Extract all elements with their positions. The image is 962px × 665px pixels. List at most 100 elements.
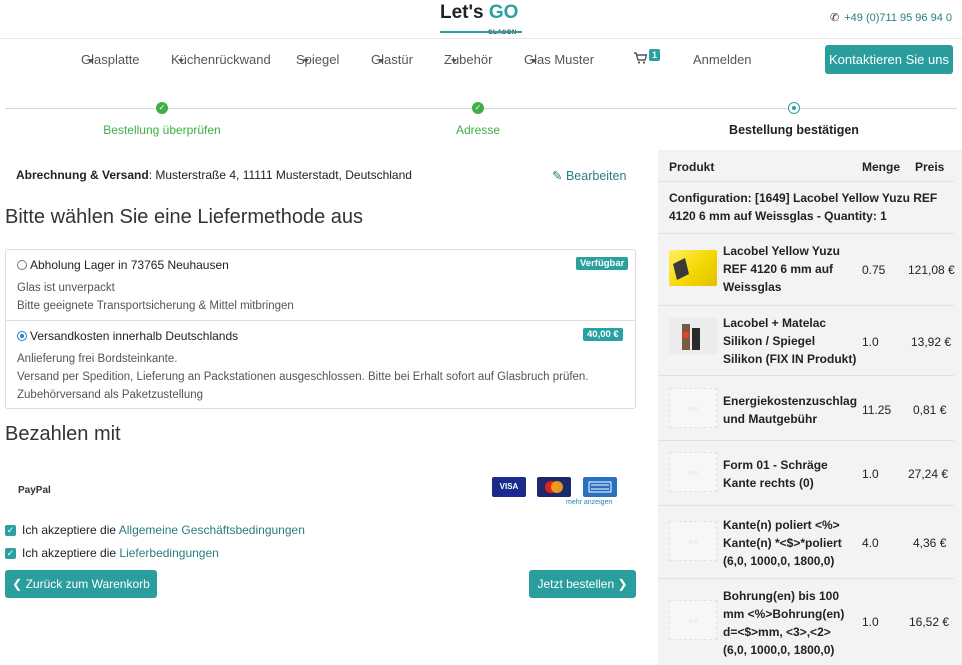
phone-icon: ✆: [830, 12, 840, 24]
nav-label: Glasplatte: [81, 52, 140, 67]
nav-label: Spiegel: [296, 52, 340, 67]
description-line: Versand per Spedition, Lieferung an Pack…: [17, 371, 589, 383]
delivery-option-pickup[interactable]: Abholung Lager in 73765 Neuhausen: [17, 258, 229, 272]
checkbox-checked[interactable]: ✓: [5, 525, 16, 536]
phone-number: +49 (0)711 95 96 94 0: [844, 12, 952, 24]
nav-item-glasplatte[interactable]: Glasplatte: [81, 52, 140, 67]
product-qty: 1.0: [862, 467, 879, 481]
payment-method-paypal[interactable]: PayPal: [18, 485, 51, 496]
placeholder-image: ◇ ◇: [669, 452, 717, 492]
nav-label: Küchenrückwand: [171, 52, 271, 67]
back-to-cart-button[interactable]: ❮ Zurück zum Warenkorb: [5, 570, 157, 598]
billing-label: Abrechnung & Versand: [16, 168, 149, 182]
product-name-line: d=<$>mm, <3>,<2>: [723, 625, 831, 639]
cart-count-badge: 1: [649, 49, 661, 61]
table-row: Lacobel + Matelac Silikon / Spiegel Sili…: [723, 314, 856, 368]
product-price: 27,24 €: [908, 467, 949, 481]
contact-button[interactable]: Kontaktieren Sie uns: [825, 45, 953, 74]
step-line: [484, 108, 788, 109]
placeholder-image: ◇ ◇: [669, 521, 717, 561]
place-order-button[interactable]: Jetzt bestellen ❯: [529, 570, 636, 598]
product-qty: 0.75: [862, 263, 886, 277]
amex-icon: [583, 477, 617, 497]
step-confirm: Bestellung bestätigen: [729, 123, 859, 137]
price-badge: 40,00 €: [583, 328, 623, 341]
row-divider: [658, 233, 954, 234]
product-price: 13,92 €: [911, 335, 952, 349]
product-name-line: Kante(n) poliert <%>: [723, 518, 840, 532]
product-price: 0,81 €: [913, 403, 947, 417]
placeholder-image: ◇ ◇: [669, 600, 717, 640]
description-line: Zubehörversand als Paketzustellung: [17, 389, 204, 401]
product-name-line: und Mautgebühr: [723, 412, 817, 426]
product-name-line: Kante(n) *<$>*poliert: [723, 536, 842, 550]
billing-address: Abrechnung & Versand: Musterstraße 4, 11…: [16, 168, 412, 182]
nav-item-glastuer[interactable]: Glastür: [371, 52, 413, 67]
row-divider: [658, 578, 954, 579]
nav-label: Glastür: [371, 52, 413, 67]
nav-item-glas-muster[interactable]: Glas Muster: [524, 52, 594, 67]
step-review[interactable]: Bestellung überprüfen: [62, 123, 262, 137]
configuration-summary: Configuration: [1649] Lacobel Yellow Yuz…: [669, 191, 938, 223]
step-line: [800, 108, 957, 109]
nav-item-kuechenrueckwand[interactable]: Küchenrückwand: [171, 52, 271, 67]
order-label: Jetzt bestellen: [537, 577, 615, 591]
logo-underline: [440, 31, 522, 33]
header-divider: [0, 38, 962, 39]
product-thumbnail: [669, 318, 717, 354]
radio-button[interactable]: [17, 260, 27, 270]
product-name-line: Bohrung(en) bis 100: [723, 589, 840, 603]
table-row: Form 01 - Schräge Kante rechts (0): [723, 456, 828, 492]
delivery-terms-link[interactable]: Lieferbedingungen: [119, 546, 218, 560]
terms-delivery[interactable]: ✓ Ich akzeptiere die Lieferbedingungen: [5, 546, 219, 560]
nav-item-spiegel[interactable]: Spiegel: [296, 52, 339, 67]
radio-button-selected[interactable]: [17, 331, 27, 341]
option-description: Glas ist unverpackt Bitte geeignete Tran…: [17, 279, 294, 315]
product-name-line: Lacobel + Matelac: [723, 316, 827, 330]
step-address[interactable]: Adresse: [378, 123, 578, 137]
row-divider: [658, 440, 954, 441]
row-divider: [658, 305, 954, 306]
description-line: Glas ist unverpackt: [17, 282, 115, 294]
agb-link[interactable]: Allgemeine Geschäftsbedingungen: [119, 523, 305, 537]
mastercard-icon: [537, 477, 571, 497]
logo[interactable]: Let's GO GLASON: [440, 2, 519, 36]
product-thumbnail: [669, 250, 717, 286]
product-name-line: Silikon (FIX IN Produkt): [723, 352, 857, 366]
checkbox-checked[interactable]: ✓: [5, 548, 16, 559]
terms-agb[interactable]: ✓ Ich akzeptiere die Allgemeine Geschäfts…: [5, 523, 305, 537]
product-qty: 1.0: [862, 335, 879, 349]
logo-accent: GO: [488, 2, 519, 23]
nav-item-zubehoer[interactable]: Zubehör: [444, 52, 492, 67]
step-line: [5, 108, 157, 109]
nav-label: Zubehör: [444, 52, 493, 67]
product-qty: 4.0: [862, 536, 879, 550]
table-row: Lacobel Yellow Yuzu REF 4120 6 mm auf We…: [723, 242, 840, 296]
current-step-icon: [788, 102, 800, 114]
terms-prefix: Ich akzeptiere die: [22, 523, 119, 537]
product-name-line: Kante rechts (0): [723, 476, 814, 490]
nav-label: Glas Muster: [524, 52, 595, 67]
product-price: 16,52 €: [909, 615, 950, 629]
product-name-line: Energiekostenzuschlag: [723, 394, 858, 408]
col-product: Produkt: [669, 160, 715, 174]
delivery-option-shipping[interactable]: Versandkosten innerhalb Deutschlands: [17, 329, 238, 343]
logo-text: Let's: [440, 2, 484, 23]
edit-icon: ✎: [552, 169, 563, 183]
edit-link[interactable]: ✎ Bearbeiten: [552, 168, 626, 183]
placeholder-image: ◇ ◇: [669, 388, 717, 428]
product-name-line: Form 01 - Schräge: [723, 458, 828, 472]
delivery-heading: Bitte wählen Sie eine Liefermethode aus: [5, 206, 364, 228]
step-line: [168, 108, 473, 109]
product-name-line: Silikon / Spiegel: [723, 334, 816, 348]
billing-value: : Musterstraße 4, 11111 Musterstadt, Deu…: [148, 168, 412, 182]
main-nav: Glasplatte Küchenrückwand Spiegel Glastü…: [0, 52, 962, 68]
show-more-link[interactable]: mehr anzeigen: [566, 499, 612, 506]
description-line: Anlieferung frei Bordsteinkante.: [17, 353, 178, 365]
product-name-line: (6,0, 1000,0, 1800,0): [723, 554, 835, 568]
login-link[interactable]: Anmelden: [693, 52, 752, 67]
cart-button[interactable]: [634, 52, 648, 67]
product-qty: 1.0: [862, 615, 879, 629]
phone-link[interactable]: ✆ +49 (0)711 95 96 94 0: [830, 11, 952, 24]
product-name-line: Weissglas: [723, 280, 782, 294]
